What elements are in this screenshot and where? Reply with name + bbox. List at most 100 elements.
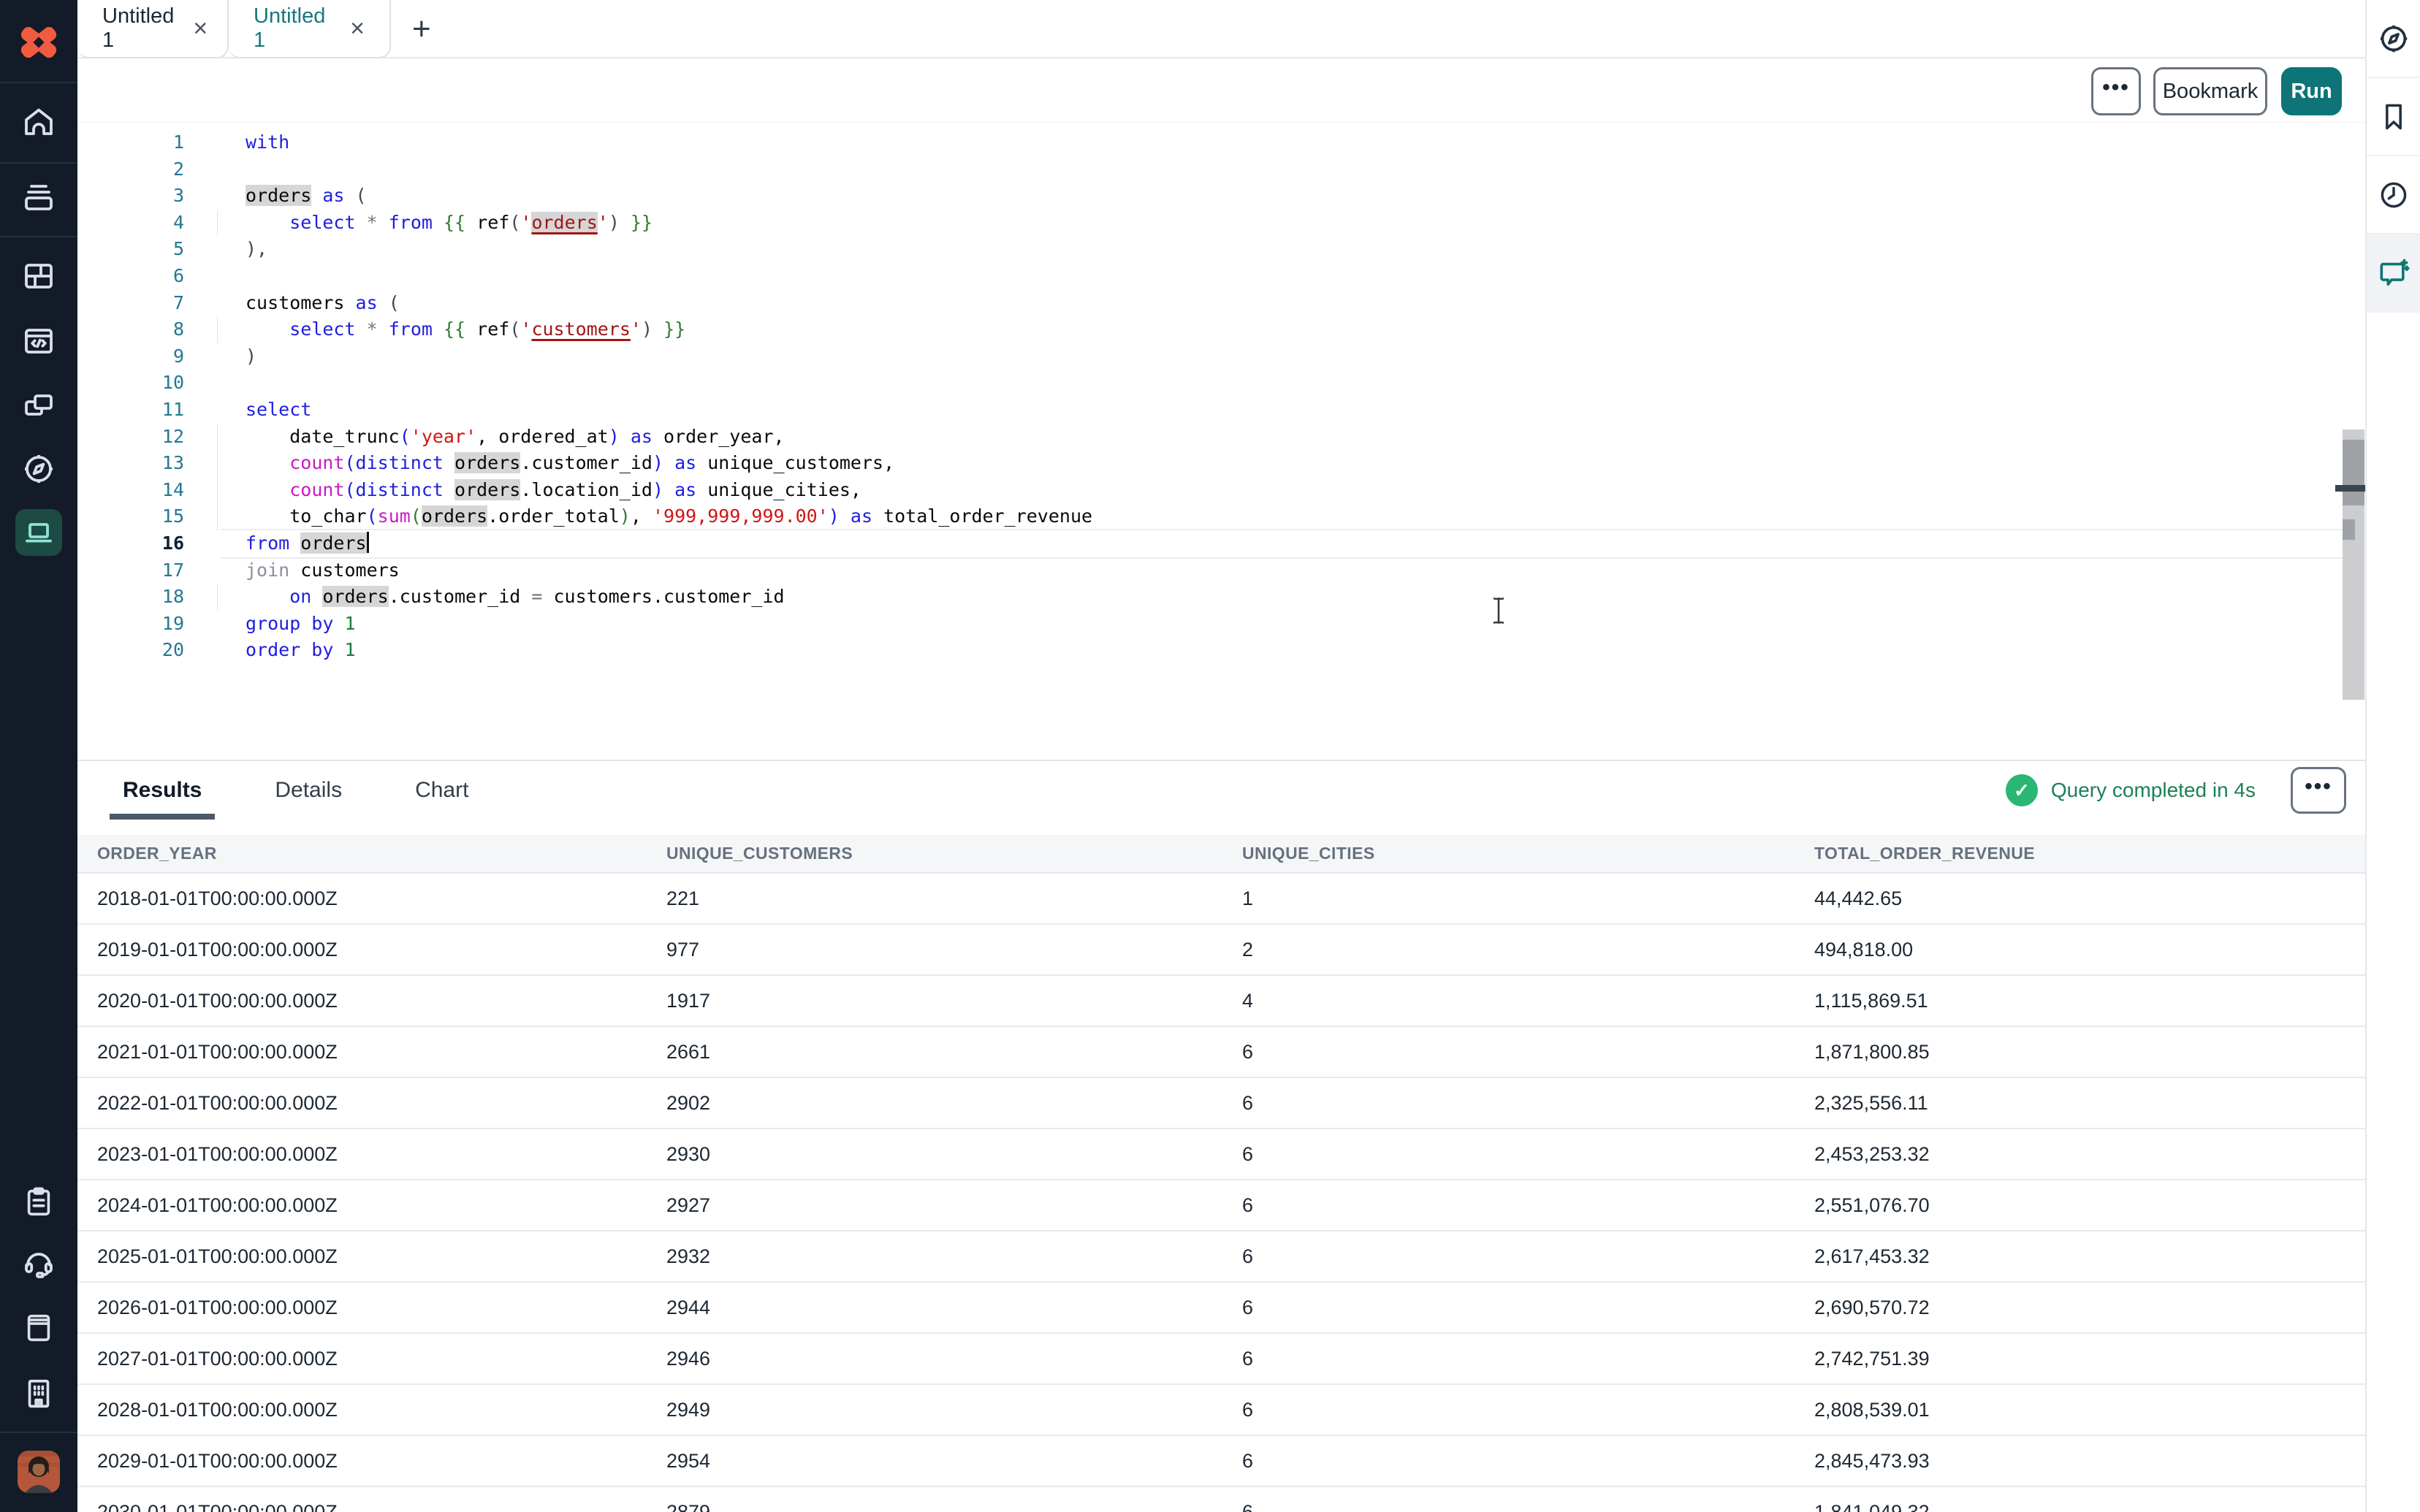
code-line-6[interactable]: 6 <box>77 263 2365 290</box>
table-row: 2020-01-01T00:00:00.000Z191741,115,869.5… <box>77 976 2365 1027</box>
editor-scrollbar-thumb[interactable] <box>2343 440 2364 505</box>
status-text: Query completed in 4s <box>2051 779 2256 802</box>
sidebar-item-code-editor[interactable] <box>0 309 77 373</box>
code-line-14[interactable]: 14 count(distinct orders.location_id) as… <box>77 477 2365 504</box>
check-circle-icon: ✓ <box>2006 774 2038 806</box>
code-line-9[interactable]: 9) <box>77 343 2365 370</box>
user-avatar[interactable] <box>18 1451 60 1493</box>
tab-details[interactable]: Details <box>262 761 355 820</box>
line-number: 16 <box>77 530 216 557</box>
code-line-4[interactable]: 4 select * from {{ ref('orders') }} <box>77 210 2365 237</box>
sidebar-item-workbench-active[interactable] <box>0 500 77 565</box>
sidebar-item-clipboard[interactable] <box>0 1169 77 1234</box>
table-cell: 2927 <box>666 1194 1242 1217</box>
headset-icon <box>21 1246 56 1281</box>
code-line-15[interactable]: 15 to_char(sum(orders.order_total), '999… <box>77 503 2365 530</box>
sidebar-item-support[interactable] <box>0 1232 77 1296</box>
tab-results[interactable]: Results <box>110 761 215 820</box>
table-row: 2018-01-01T00:00:00.000Z221144,442.65 <box>77 874 2365 925</box>
code-line-12[interactable]: 12 date_trunc('year', ordered_at) as ord… <box>77 424 2365 451</box>
table-cell: 6 <box>1242 1092 1814 1115</box>
scrollbar-marker <box>2343 519 2355 540</box>
code-line-7[interactable]: 7customers as ( <box>77 290 2365 317</box>
code-line-2[interactable]: 2 <box>77 156 2365 183</box>
sql-editor[interactable]: 1with23orders as (4 select * from {{ ref… <box>77 123 2365 760</box>
sidebar-divider <box>0 1432 77 1433</box>
close-icon[interactable]: × <box>350 16 365 41</box>
bookmark-button[interactable]: Bookmark <box>2153 67 2267 115</box>
results-more-button[interactable]: ••• <box>2291 767 2346 814</box>
tab-chart[interactable]: Chart <box>402 761 482 820</box>
table-cell: 2028-01-01T00:00:00.000Z <box>77 1399 666 1421</box>
line-number: 15 <box>77 503 216 530</box>
table-cell: 2879 <box>666 1501 1242 1512</box>
code-line-17[interactable]: 17join customers <box>77 557 2365 584</box>
table-cell: 2026-01-01T00:00:00.000Z <box>77 1297 666 1319</box>
code-line-5[interactable]: 5), <box>77 236 2365 263</box>
table-cell: 6 <box>1242 1194 1814 1217</box>
table-cell: 2,742,751.39 <box>1814 1348 2365 1370</box>
close-icon[interactable]: × <box>193 16 208 41</box>
column-header-order_year[interactable]: ORDER_YEAR <box>77 844 666 863</box>
table-cell: 6 <box>1242 1041 1814 1064</box>
table-cell: 2018-01-01T00:00:00.000Z <box>77 887 666 910</box>
sidebar-item-bookmarks[interactable] <box>2367 78 2420 156</box>
column-header-total_order_revenue[interactable]: TOTAL_ORDER_REVENUE <box>1814 844 2365 863</box>
paradime-logo-icon[interactable] <box>0 10 77 75</box>
code-line-1[interactable]: 1with <box>77 129 2365 156</box>
table-cell: 6 <box>1242 1297 1814 1319</box>
line-number: 17 <box>77 557 216 584</box>
sidebar-item-organization[interactable] <box>0 1362 77 1426</box>
sidebar-item-inbox[interactable] <box>0 165 77 229</box>
code-text: select * from {{ ref('customers') }} <box>216 316 2365 343</box>
line-number: 14 <box>77 477 216 504</box>
code-line-13[interactable]: 13 count(distinct orders.customer_id) as… <box>77 450 2365 477</box>
sidebar-item-home[interactable] <box>0 90 77 154</box>
sidebar-item-discover[interactable] <box>2367 0 2420 78</box>
code-line-20[interactable]: 20order by 1 <box>77 637 2365 664</box>
editor-toolbar: ••• Bookmark Run <box>77 58 2365 123</box>
table-cell: 221 <box>666 887 1242 910</box>
code-line-11[interactable]: 11select <box>77 397 2365 424</box>
line-number: 11 <box>77 397 216 424</box>
table-cell: 6 <box>1242 1143 1814 1166</box>
logo-glyph <box>16 20 61 65</box>
compass-icon <box>2377 22 2411 56</box>
sidebar-item-history[interactable] <box>2367 156 2420 234</box>
editor-more-button[interactable]: ••• <box>2091 67 2141 115</box>
code-text: count(distinct orders.customer_id) as un… <box>216 450 2365 477</box>
table-cell: 6 <box>1242 1245 1814 1268</box>
code-line-18[interactable]: 18 on orders.customer_id = customers.cus… <box>77 584 2365 611</box>
code-line-16[interactable]: 16from orders <box>77 530 2365 557</box>
line-number: 20 <box>77 637 216 664</box>
table-cell: 2,453,253.32 <box>1814 1143 2365 1166</box>
sidebar-item-ai-assistant[interactable] <box>2367 234 2420 313</box>
results-table-header: ORDER_YEARUNIQUE_CUSTOMERSUNIQUE_CITIEST… <box>77 835 2365 874</box>
code-line-10[interactable]: 10 <box>77 370 2365 397</box>
table-row: 2027-01-01T00:00:00.000Z294662,742,751.3… <box>77 1334 2365 1385</box>
sidebar-item-apps[interactable] <box>0 244 77 308</box>
code-line-19[interactable]: 19group by 1 <box>77 611 2365 638</box>
table-cell: 2025-01-01T00:00:00.000Z <box>77 1245 666 1268</box>
tab-label: Untitled 1 <box>102 4 174 53</box>
tab-untitled-2[interactable]: Untitled 1 × <box>229 0 391 58</box>
code-line-3[interactable]: 3orders as ( <box>77 183 2365 210</box>
table-cell: 6 <box>1242 1399 1814 1421</box>
new-tab-button[interactable]: + <box>412 0 431 58</box>
sidebar-item-windows[interactable] <box>0 373 77 438</box>
table-cell: 2021-01-01T00:00:00.000Z <box>77 1041 666 1064</box>
tab-untitled-1[interactable]: Untitled 1 × <box>77 0 229 58</box>
sidebar-item-explore[interactable] <box>0 437 77 501</box>
line-number: 6 <box>77 263 216 290</box>
code-text <box>216 370 2365 397</box>
column-header-unique_cities[interactable]: UNIQUE_CITIES <box>1242 844 1814 863</box>
line-number: 7 <box>77 290 216 317</box>
code-line-8[interactable]: 8 select * from {{ ref('customers') }} <box>77 316 2365 343</box>
table-row: 2019-01-01T00:00:00.000Z9772494,818.00 <box>77 925 2365 976</box>
left-sidebar <box>0 0 77 1512</box>
column-header-unique_customers[interactable]: UNIQUE_CUSTOMERS <box>666 844 1242 863</box>
sidebar-item-docs[interactable] <box>0 1295 77 1359</box>
run-button[interactable]: Run <box>2281 67 2342 115</box>
table-cell: 2019-01-01T00:00:00.000Z <box>77 939 666 961</box>
code-text: to_char(sum(orders.order_total), '999,99… <box>216 503 2365 530</box>
